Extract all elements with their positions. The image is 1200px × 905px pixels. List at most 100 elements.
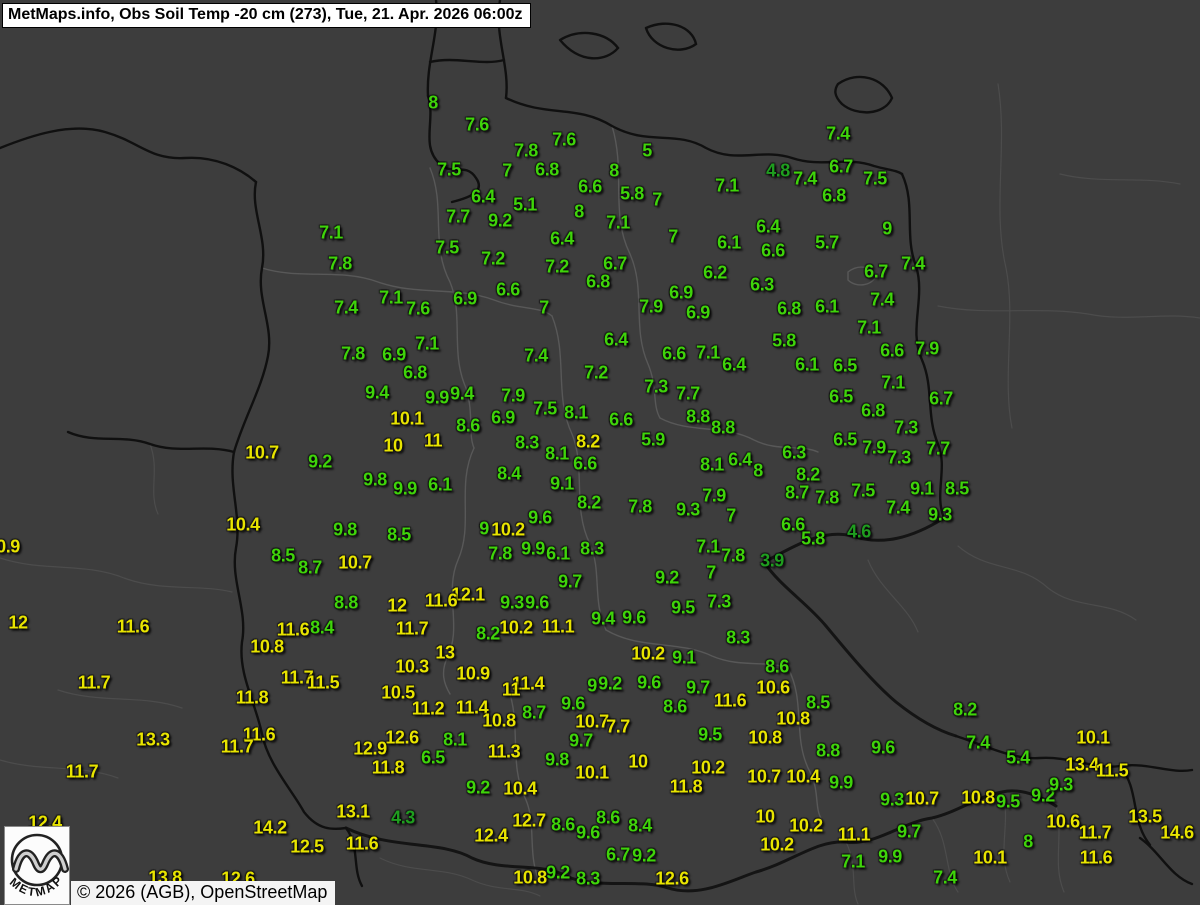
station-value: 10 (755, 807, 774, 828)
station-value: 12.6 (385, 728, 418, 749)
station-value: 10.7 (245, 443, 278, 464)
station-value: 8.6 (663, 697, 687, 718)
station-value: 14.6 (1160, 823, 1193, 844)
station-value: 9.5 (671, 598, 695, 619)
station-value: 6.4 (728, 450, 752, 471)
station-value: 8.8 (816, 741, 840, 762)
station-value: 10.4 (503, 779, 536, 800)
station-value: 6.4 (722, 355, 746, 376)
stations-layer: 87.67.47.67.856.77.56.8784.87.47.56.67.1… (0, 0, 1200, 905)
station-value: 7.1 (319, 223, 343, 244)
station-value: 11.6 (1080, 848, 1112, 869)
station-value: 9.2 (655, 568, 679, 589)
station-value: 11.7 (221, 737, 253, 758)
station-value: 7.8 (514, 141, 538, 162)
station-value: 7.2 (481, 249, 505, 270)
station-value: 7.1 (841, 852, 865, 873)
station-value: 9.7 (558, 572, 582, 593)
station-value: 11.6 (425, 591, 457, 612)
station-value: 7.3 (644, 377, 668, 398)
station-value: 10.2 (491, 520, 524, 541)
station-value: 6.4 (756, 217, 780, 238)
station-value: 8.1 (545, 444, 569, 465)
station-value: 9.3 (928, 505, 952, 526)
map-canvas: 87.67.47.67.856.77.56.8784.87.47.56.67.1… (0, 0, 1200, 905)
station-value: 8.3 (576, 869, 600, 890)
station-value: 7.5 (533, 399, 557, 420)
station-value: 7.1 (715, 176, 739, 197)
station-value: 9.2 (632, 846, 656, 867)
station-value: 10.8 (482, 711, 515, 732)
station-value: 9.4 (591, 609, 615, 630)
station-value: 10.2 (760, 835, 793, 856)
attribution-bar[interactable]: © 2026 (AGB), OpenStreetMap (71, 881, 335, 905)
station-value: 7.3 (887, 448, 911, 469)
station-value: 6.4 (550, 229, 574, 250)
station-value: 5.8 (801, 529, 825, 550)
station-value: 7.1 (379, 288, 403, 309)
station-value: 7.7 (606, 717, 630, 738)
station-value: 10.8 (513, 868, 546, 889)
station-value: 6.3 (750, 275, 774, 296)
station-value: 7.4 (933, 868, 957, 889)
station-value: 8.1 (443, 730, 467, 751)
station-value: 6.5 (421, 748, 445, 769)
station-value: 5 (642, 141, 652, 162)
station-value: 7.4 (901, 254, 925, 275)
station-value: 9.6 (622, 608, 646, 629)
station-value: 9.2 (546, 863, 570, 884)
station-value: 9.5 (996, 792, 1020, 813)
metmaps-logo[interactable]: METMAPS (4, 826, 70, 905)
station-value: 7.9 (862, 438, 886, 459)
station-value: 9.3 (1049, 775, 1073, 796)
station-value: 10.6 (1046, 812, 1079, 833)
station-value: 11.6 (117, 617, 149, 638)
station-value: 6.1 (815, 297, 839, 318)
station-value: 5.8 (620, 184, 644, 205)
station-value: 7.4 (886, 498, 910, 519)
station-value: 11.7 (1079, 823, 1111, 844)
station-value: 9.6 (528, 508, 552, 529)
station-value: 8.3 (515, 433, 539, 454)
station-value: 5.9 (641, 430, 665, 451)
station-value: 9.3 (880, 790, 904, 811)
station-value: 7.1 (881, 373, 905, 394)
station-value: 9.2 (488, 211, 512, 232)
station-value: 6.5 (833, 430, 857, 451)
station-value: 13.4 (1065, 755, 1098, 776)
station-value: 8.3 (580, 539, 604, 560)
map-title-text: MetMaps.info, Obs Soil Temp -20 cm (273)… (8, 6, 523, 23)
station-value: 6.6 (880, 341, 904, 362)
station-value: 8 (574, 202, 584, 223)
station-value: 10.8 (250, 637, 283, 658)
station-value: 10.4 (786, 767, 819, 788)
station-value: 12 (8, 613, 27, 634)
station-value: 8 (428, 93, 438, 114)
station-value: 6.7 (606, 845, 630, 866)
station-value: 9 (587, 676, 597, 697)
station-value: 10.2 (499, 618, 532, 639)
station-value: 7.8 (328, 254, 352, 275)
station-value: 8.4 (628, 816, 652, 837)
station-value: 4.3 (391, 808, 415, 829)
station-value: 8.7 (298, 558, 322, 579)
station-value: 6.1 (717, 233, 741, 254)
station-value: 8.8 (686, 407, 710, 428)
station-value: 7.4 (793, 169, 817, 190)
station-value: 11.7 (396, 619, 428, 640)
station-value: 8.8 (711, 418, 735, 439)
station-value: 9.7 (569, 731, 593, 752)
station-value: 9.4 (450, 384, 474, 405)
station-value: 9.3 (500, 593, 524, 614)
station-value: 6.8 (861, 401, 885, 422)
station-value: 6.1 (546, 544, 570, 565)
station-value: 5.7 (815, 233, 839, 254)
station-value: 7.9 (639, 297, 663, 318)
station-value: 6.9 (669, 283, 693, 304)
station-value: 7.5 (863, 169, 887, 190)
station-value: 9.1 (910, 479, 934, 500)
station-value: 9.6 (637, 673, 661, 694)
station-value: 8.6 (551, 815, 575, 836)
map-title: MetMaps.info, Obs Soil Temp -20 cm (273)… (2, 3, 531, 28)
station-value: 13.1 (336, 802, 369, 823)
